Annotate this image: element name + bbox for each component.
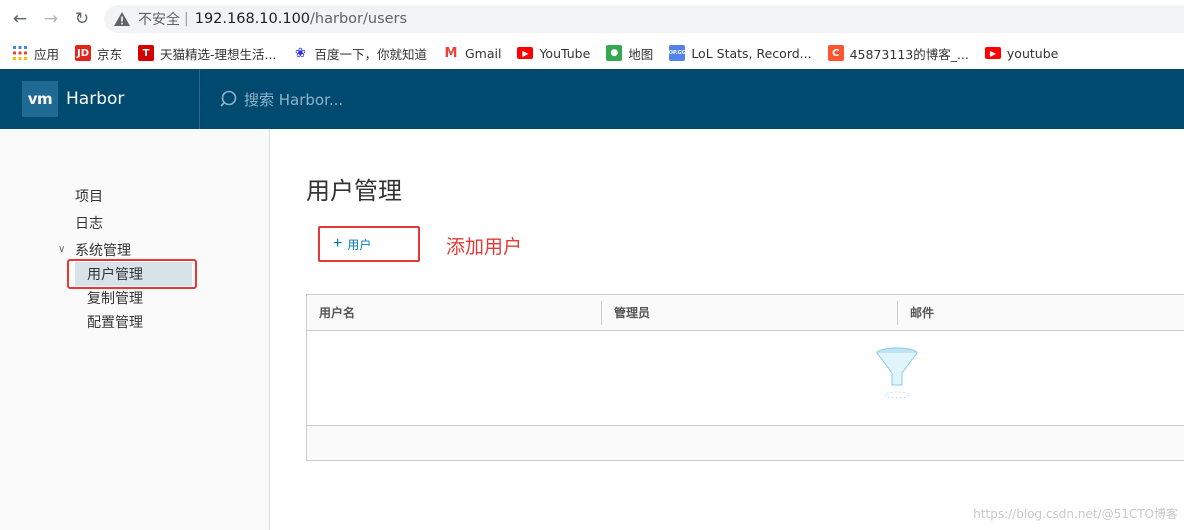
reload-icon[interactable]: ↻ [71, 8, 93, 30]
youtube-icon: ▶ [517, 47, 534, 59]
bookmark-label: 地图 [628, 46, 654, 62]
url-host: 192.168.10.100 [194, 11, 311, 27]
empty-filter-funnel-icon [876, 347, 918, 399]
vmware-logo[interactable]: vm [22, 81, 58, 117]
sidebar-item-system-admin[interactable]: 系统管理 [75, 240, 131, 260]
header-divider [199, 69, 200, 129]
bookmark-label: YouTube [539, 45, 591, 61]
column-header-username[interactable]: 用户名 [307, 295, 601, 330]
bookmark-label: 45873113的博客_... [849, 46, 969, 62]
search-placeholder: 搜索 Harbor... [244, 90, 344, 109]
chevron-down-icon[interactable]: ∨ [58, 244, 65, 255]
sidebar-item-replication-management[interactable]: 复制管理 [87, 288, 143, 308]
gmail-icon: M [442, 45, 459, 61]
sidebar: 项目 日志 ∨ 系统管理 用户管理 复制管理 配置管理 [0, 129, 270, 530]
datagrid-header: 用户名 管理员 邮件 [307, 295, 1184, 331]
bookmark-label: Gmail [464, 45, 502, 61]
bookmark-youtube-2[interactable]: ▶ youtube [984, 45, 1059, 61]
bookmark-label: 应用 [34, 46, 60, 62]
url-path: /harbor/users [310, 11, 408, 27]
bookmarks-bar: 应用 JD 京东 T 天猫精选-理想生活... ❀ 百度一下，你就知道 M Gm… [0, 38, 1184, 68]
maps-icon: ● [606, 45, 623, 61]
baidu-icon: ❀ [292, 45, 309, 61]
sidebar-item-projects[interactable]: 项目 [75, 186, 103, 206]
browser-address-bar: ← → ↻ 不安全 | 192.168.10.100 /harbor/users [0, 0, 1184, 38]
add-user-label: 用户 [347, 237, 372, 252]
bookmark-tmall[interactable]: T 天猫精选-理想生活... [138, 44, 276, 63]
bookmark-opgg[interactable]: OP.GG LoL Stats, Record... [669, 45, 812, 61]
bookmark-label: LoL Stats, Record... [691, 45, 812, 61]
brand-name[interactable]: Harbor [66, 89, 186, 109]
bookmark-label: 百度一下，你就知道 [314, 46, 427, 62]
datagrid-empty-body [307, 331, 1184, 426]
bookmark-maps[interactable]: ● 地图 [606, 44, 653, 63]
url-field[interactable]: 不安全 | 192.168.10.100 /harbor/users [104, 5, 1184, 33]
youtube-icon: ▶ [984, 47, 1001, 59]
app-header: vm Harbor 搜索 Harbor... [0, 69, 1184, 129]
column-header-admin[interactable]: 管理员 [602, 295, 897, 330]
tmall-icon: T [138, 45, 155, 61]
insecure-label: 不安全 [138, 12, 180, 28]
forward-arrow-icon[interactable]: → [40, 8, 62, 30]
url-separator: | [184, 11, 189, 27]
column-header-email[interactable]: 邮件 [898, 295, 1184, 330]
bookmark-gmail[interactable]: M Gmail [442, 45, 502, 61]
jd-icon: JD [75, 45, 92, 61]
datagrid-footer [307, 426, 1184, 460]
global-search[interactable]: 搜索 Harbor... [220, 89, 343, 110]
users-datagrid: 用户名 管理员 邮件 [306, 294, 1184, 461]
plus-icon: + [333, 235, 343, 252]
watermark: https://blog.csdn.net/@51CTO博客 [973, 507, 1178, 521]
apps-grid-icon [13, 46, 27, 60]
bookmark-label: youtube [1006, 45, 1059, 61]
bookmark-jd[interactable]: JD 京东 [75, 44, 122, 63]
bookmark-youtube[interactable]: ▶ YouTube [517, 46, 590, 61]
opgg-icon: OP.GG [669, 45, 686, 61]
search-icon [220, 90, 237, 107]
bookmark-label: 京东 [97, 46, 123, 62]
back-arrow-icon[interactable]: ← [9, 8, 31, 30]
bookmark-csdn[interactable]: C 45873113的博客_... [827, 44, 969, 63]
sidebar-item-configuration-management[interactable]: 配置管理 [87, 312, 143, 332]
bookmark-label: 天猫精选-理想生活... [160, 46, 277, 62]
warning-triangle-icon [114, 12, 130, 26]
csdn-icon: C [827, 45, 844, 61]
add-user-button[interactable]: + 用户 [318, 226, 420, 262]
page-title: 用户管理 [306, 177, 402, 205]
sidebar-item-logs[interactable]: 日志 [75, 213, 103, 233]
bookmark-baidu[interactable]: ❀ 百度一下，你就知道 [292, 44, 427, 63]
annotation-highlight-box [67, 259, 197, 289]
annotation-text: 添加用户 [446, 236, 523, 258]
bookmark-apps[interactable]: 应用 [12, 44, 59, 63]
